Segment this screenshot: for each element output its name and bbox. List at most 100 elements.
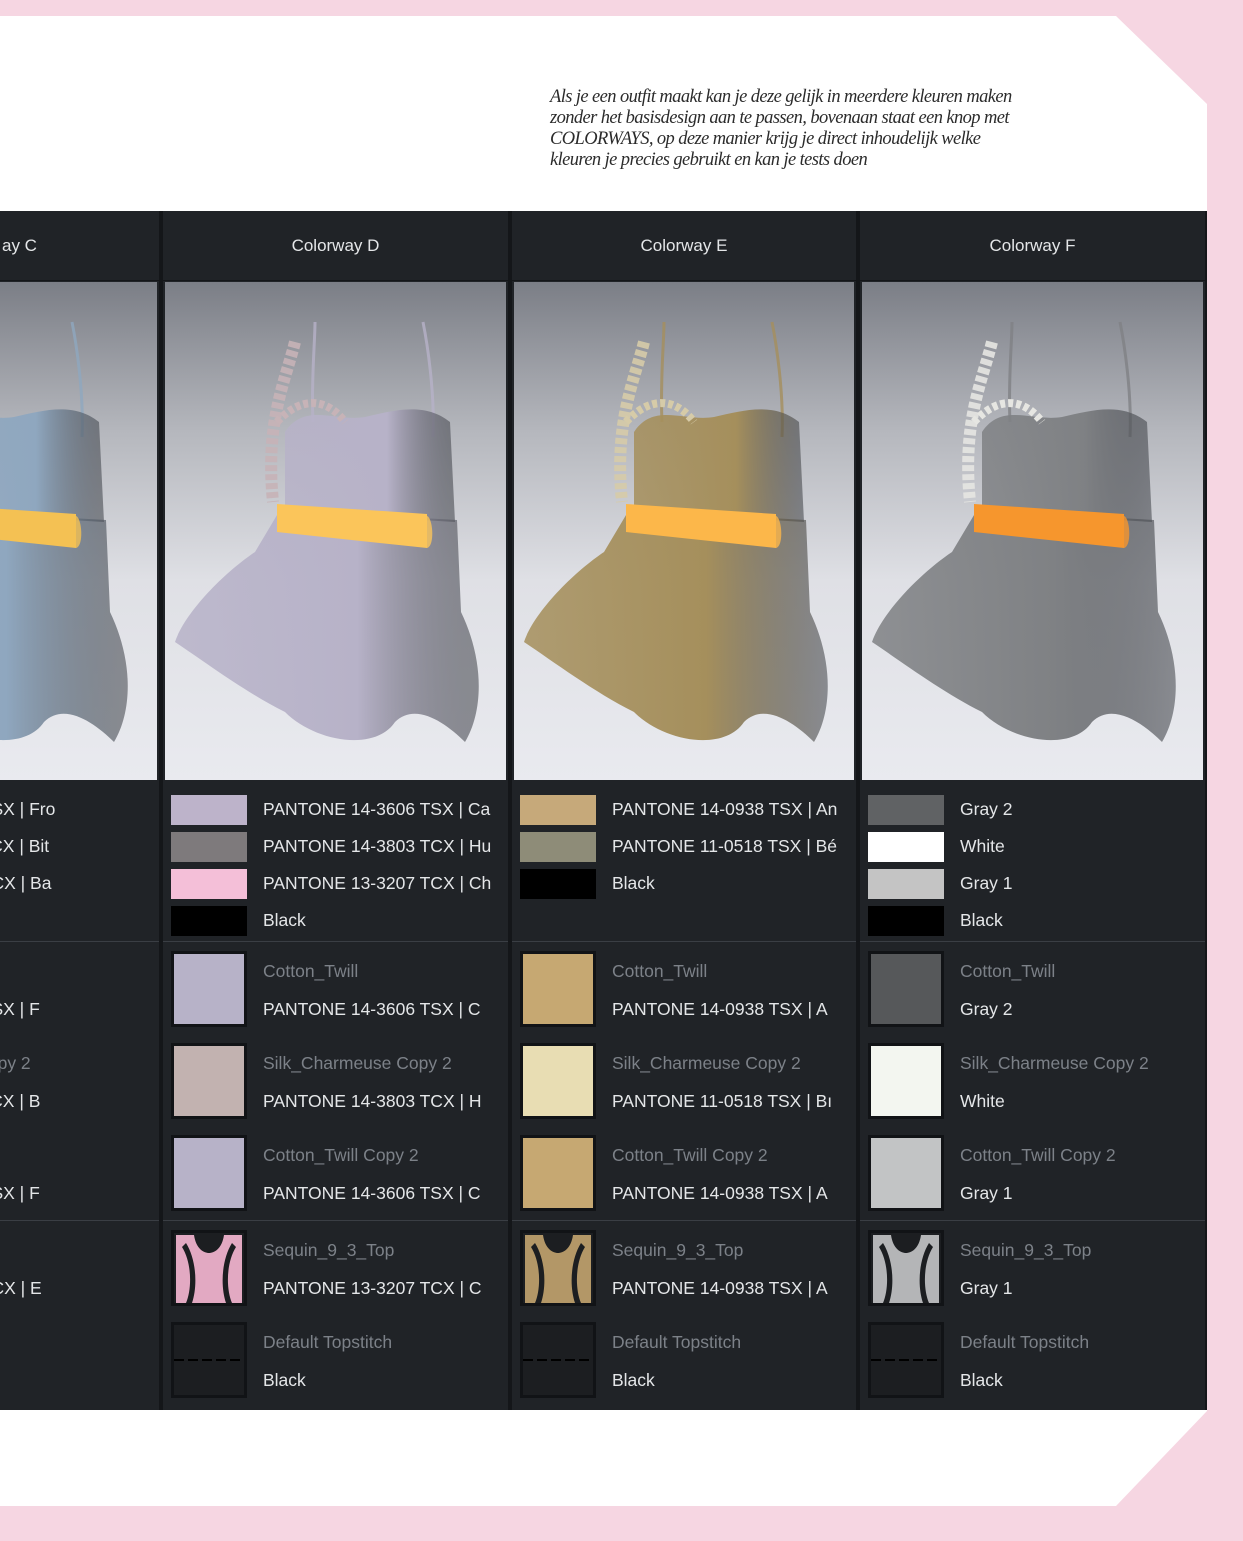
swatch-row[interactable]: 11-4601 TCX | Bit: [0, 828, 159, 865]
swatch-row[interactable]: Gray 1: [860, 865, 1205, 902]
color-chip[interactable]: [868, 869, 944, 899]
color-chip[interactable]: [171, 832, 247, 862]
color-chip[interactable]: [171, 906, 247, 936]
colorway-column-f[interactable]: Colorway F Gray 2 White Gray 1 Black Cot…: [858, 211, 1207, 1410]
material-color-label: 12-4010 TSX | F: [0, 999, 40, 1019]
swatch-label: PANTONE 14-3606 TSX | Ca: [263, 799, 491, 819]
swatch-row[interactable]: Black: [163, 902, 508, 939]
swatch-row[interactable]: [512, 902, 856, 939]
material-row[interactable]: Default Topstitch Black: [163, 1314, 508, 1406]
material-row[interactable]: Sequin_9_3_Top PANTONE 14-0938 TSX | A: [512, 1222, 856, 1314]
material-row[interactable]: Silk_Charmeuse Copy 2 PANTONE 14-3803 TC…: [163, 1035, 508, 1127]
color-chip[interactable]: [868, 906, 944, 936]
material-color-label: 11-4601 TCX | B: [0, 1091, 41, 1111]
material-thumbnail[interactable]: [520, 951, 596, 1027]
garment-render: [0, 282, 157, 780]
colorway-title[interactable]: Colorway E: [512, 211, 856, 281]
material-name: Cotton_Twill: [263, 961, 359, 981]
swatch-row[interactable]: 13-4308 TCX | Ba: [0, 865, 159, 902]
material-row[interactable]: Silk_Charmeuse Copy 2 White: [860, 1035, 1205, 1127]
material-thumbnail[interactable]: [171, 1135, 247, 1211]
color-chip[interactable]: [868, 795, 944, 825]
material-row[interactable]: Silk_Charmeuse Copy 2 PANTONE 11-0518 TS…: [512, 1035, 856, 1127]
material-color-label: PANTONE 14-0938 TSX | A: [612, 999, 828, 1019]
material-name: Default Topstitch: [612, 1332, 742, 1352]
material-color-label: Gray 1: [960, 1183, 1013, 1203]
colorway-title[interactable]: Colorway D: [163, 211, 508, 281]
material-thumbnail[interactable]: [171, 1043, 247, 1119]
material-row[interactable]: rmeuse Copy 2 11-4601 TCX | B: [0, 1035, 159, 1127]
colorway-title[interactable]: Colorway F: [860, 211, 1205, 281]
material-color-label: Gray 2: [960, 999, 1013, 1019]
material-row[interactable]: Cotton_Twill PANTONE 14-3606 TSX | C: [163, 943, 508, 1035]
material-thumbnail[interactable]: [520, 1135, 596, 1211]
material-row[interactable]: Cotton_Twill Copy 2 PANTONE 14-0938 TSX …: [512, 1127, 856, 1219]
material-color-label: PANTONE 13-3207 TCX | C: [263, 1278, 482, 1298]
material-row[interactable]: Sequin_9_3_Top Gray 1: [860, 1222, 1205, 1314]
sequin-pattern-icon: [174, 1233, 244, 1303]
material-thumbnail[interactable]: [520, 1322, 596, 1398]
material-name: Cotton_Twill: [612, 961, 708, 981]
material-row[interactable]: Cotton_Twill Copy 2 PANTONE 14-3606 TSX …: [163, 1127, 508, 1219]
material-row[interactable]: Default Topstitch Black: [860, 1314, 1205, 1406]
material-color-label: Black: [263, 1370, 306, 1390]
color-chip[interactable]: [868, 832, 944, 862]
section-divider: [163, 1220, 508, 1221]
material-name: Cotton_Twill Copy 2: [263, 1145, 419, 1165]
material-thumbnail[interactable]: [520, 1230, 596, 1306]
garment-render: [165, 282, 506, 780]
material-thumbnail[interactable]: [868, 1322, 944, 1398]
material-thumbnail[interactable]: [171, 1230, 247, 1306]
material-row[interactable]: will Copy 2 12-4010 TSX | F: [0, 1127, 159, 1219]
material-thumbnail[interactable]: [171, 951, 247, 1027]
swatch-row[interactable]: Black: [512, 865, 856, 902]
color-chip[interactable]: [520, 906, 596, 936]
material-row[interactable]: pstitch: [0, 1314, 159, 1406]
material-name: Cotton_Twill Copy 2: [612, 1145, 768, 1165]
color-chip[interactable]: [171, 869, 247, 899]
swatch-row[interactable]: 12-4010 TSX | Fro: [0, 791, 159, 828]
material-thumbnail[interactable]: [520, 1043, 596, 1119]
material-color-label: PANTONE 14-0938 TSX | A: [612, 1183, 828, 1203]
swatch-row[interactable]: PANTONE 14-3606 TSX | Ca: [163, 791, 508, 828]
material-thumbnail[interactable]: [868, 951, 944, 1027]
swatch-row[interactable]: Black: [860, 902, 1205, 939]
swatch-row[interactable]: Gray 2: [860, 791, 1205, 828]
material-row[interactable]: Cotton_Twill PANTONE 14-0938 TSX | A: [512, 943, 856, 1035]
color-chip[interactable]: [520, 795, 596, 825]
colorway-column-e[interactable]: Colorway E PANTONE 14-0938 TSX | An PANT…: [510, 211, 858, 1410]
caption-line: zonder het basisdesign aan te passen, bo…: [550, 108, 1009, 128]
material-row[interactable]: Default Topstitch Black: [512, 1314, 856, 1406]
colorway-title[interactable]: ay C: [0, 211, 159, 281]
swatch-row[interactable]: [0, 902, 159, 939]
swatch-label: Black: [960, 910, 1003, 930]
material-row[interactable]: _3_Top 13-4308 TCX | E: [0, 1222, 159, 1314]
color-chip[interactable]: [520, 869, 596, 899]
colorway-column-d[interactable]: Colorway D PANTONE 14-3606 TSX | Ca PANT…: [161, 211, 510, 1410]
garment-illustration: [524, 321, 828, 742]
material-thumbnail[interactable]: [868, 1230, 944, 1306]
swatch-row[interactable]: PANTONE 11-0518 TSX | Bé: [512, 828, 856, 865]
material-thumbnail[interactable]: [868, 1135, 944, 1211]
material-row[interactable]: Cotton_Twill Gray 2: [860, 943, 1205, 1035]
material-row[interactable]: Sequin_9_3_Top PANTONE 13-3207 TCX | C: [163, 1222, 508, 1314]
color-chip[interactable]: [171, 795, 247, 825]
swatch-row[interactable]: PANTONE 14-3803 TCX | Hu: [163, 828, 508, 865]
swatch-row[interactable]: PANTONE 14-0938 TSX | An: [512, 791, 856, 828]
material-row[interactable]: will 12-4010 TSX | F: [0, 943, 159, 1035]
swatch-label: 13-4308 TCX | Ba: [0, 873, 52, 893]
material-name: Default Topstitch: [960, 1332, 1090, 1352]
swatch-label: PANTONE 11-0518 TSX | Bé: [612, 836, 838, 856]
material-name: Silk_Charmeuse Copy 2: [612, 1053, 801, 1073]
section-divider: [0, 1220, 159, 1221]
material-color-label: PANTONE 14-3803 TCX | H: [263, 1091, 482, 1111]
material-thumbnail[interactable]: [171, 1322, 247, 1398]
material-row[interactable]: Cotton_Twill Copy 2 Gray 1: [860, 1127, 1205, 1219]
colorway-column-c[interactable]: ay C 12-4010 TSX | Fro 11-4601 TCX | Bit…: [0, 211, 161, 1410]
swatch-row[interactable]: PANTONE 13-3207 TCX | Ch: [163, 865, 508, 902]
swatch-label: PANTONE 14-3803 TCX | Hu: [263, 836, 492, 856]
color-chip[interactable]: [520, 832, 596, 862]
swatch-row[interactable]: White: [860, 828, 1205, 865]
material-name: Default Topstitch: [263, 1332, 393, 1352]
material-thumbnail[interactable]: [868, 1043, 944, 1119]
